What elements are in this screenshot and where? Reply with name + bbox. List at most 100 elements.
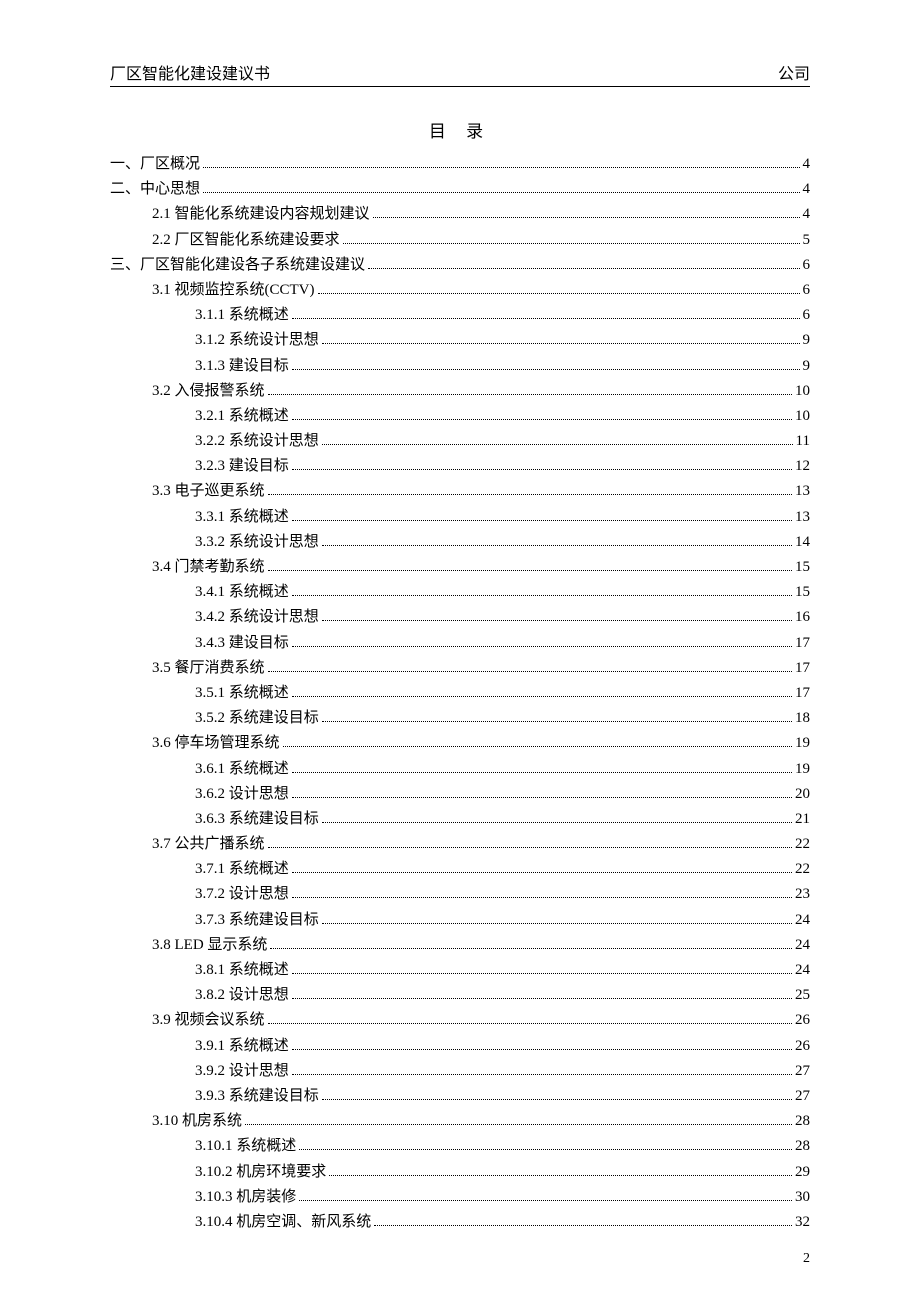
- toc-leader-dots: [292, 520, 792, 521]
- page-header: 厂区智能化建设建议书 公司: [110, 60, 810, 87]
- toc-leader-dots: [292, 469, 792, 470]
- toc-entry[interactable]: 3.5.2 系统建设目标18: [195, 706, 810, 731]
- toc-entry[interactable]: 3.8 LED 显示系统24: [152, 933, 810, 958]
- toc-entry[interactable]: 3.2.2 系统设计思想11: [195, 429, 810, 454]
- toc-leader-dots: [292, 897, 792, 898]
- toc-leader-dots: [292, 1049, 792, 1050]
- toc-entry[interactable]: 3.4 门禁考勤系统15: [152, 555, 810, 580]
- toc-entry[interactable]: 3.7 公共广播系统22: [152, 832, 810, 857]
- toc-entry-page: 21: [795, 807, 810, 832]
- toc-entry-label: 一、厂区概况: [110, 152, 200, 177]
- toc-entry[interactable]: 3.4.3 建设目标17: [195, 631, 810, 656]
- toc-entry-label: 3.1.3 建设目标: [195, 354, 289, 379]
- toc-entry-page: 24: [795, 933, 810, 958]
- toc-leader-dots: [268, 847, 792, 848]
- toc-entry[interactable]: 3.10.3 机房装修30: [195, 1185, 810, 1210]
- toc-entry[interactable]: 3.7.3 系统建设目标24: [195, 908, 810, 933]
- toc-leader-dots: [292, 595, 792, 596]
- toc-leader-dots: [322, 343, 800, 344]
- toc-entry-label: 3.6.3 系统建设目标: [195, 807, 319, 832]
- toc-entry[interactable]: 3.6.1 系统概述19: [195, 757, 810, 782]
- toc-entry[interactable]: 3.8.2 设计思想 25: [195, 983, 810, 1008]
- toc-entry-label: 二、中心思想: [110, 177, 200, 202]
- toc-entry-label: 3.10.2 机房环境要求: [195, 1160, 326, 1185]
- toc-entry-label: 2.1 智能化系统建设内容规划建议: [152, 202, 370, 227]
- toc-entry-page: 6: [803, 303, 811, 328]
- toc-entry-page: 9: [803, 354, 811, 379]
- toc-entry-page: 23: [795, 882, 810, 907]
- toc-entry[interactable]: 3.9 视频会议系统26: [152, 1008, 810, 1033]
- toc-leader-dots: [292, 772, 792, 773]
- header-title-right: 公司: [778, 60, 810, 84]
- toc-entry[interactable]: 3.2.3 建设目标 12: [195, 454, 810, 479]
- toc-entry-label: 3.4.2 系统设计思想: [195, 605, 319, 630]
- toc-entry-page: 13: [795, 479, 810, 504]
- toc-entry[interactable]: 3.1.3 建设目标 9: [195, 354, 810, 379]
- toc-entry-label: 3.4.1 系统概述: [195, 580, 289, 605]
- toc-entry-page: 13: [795, 505, 810, 530]
- toc-entry[interactable]: 3.1 视频监控系统(CCTV)6: [152, 278, 810, 303]
- toc-entry[interactable]: 3.7.1 系统概述22: [195, 857, 810, 882]
- toc-entry-label: 3.3.1 系统概述: [195, 505, 289, 530]
- toc-entry-page: 24: [795, 908, 810, 933]
- header-title-left: 厂区智能化建设建议书: [110, 60, 270, 84]
- table-of-contents: 一、厂区概况 4二、中心思想42.1 智能化系统建设内容规划建议42.2 厂区智能…: [110, 152, 810, 1235]
- toc-entry[interactable]: 3.6.3 系统建设目标 21: [195, 807, 810, 832]
- toc-entry[interactable]: 3.7.2 设计思想23: [195, 882, 810, 907]
- toc-entry-page: 10: [795, 404, 810, 429]
- toc-entry[interactable]: 3.10 机房系统 28: [152, 1109, 810, 1134]
- toc-entry[interactable]: 3.2 入侵报警系统10: [152, 379, 810, 404]
- toc-leader-dots: [322, 545, 792, 546]
- toc-entry[interactable]: 3.4.1 系统概述 15: [195, 580, 810, 605]
- toc-leader-dots: [292, 369, 800, 370]
- toc-entry-label: 3.7.1 系统概述: [195, 857, 289, 882]
- toc-entry-page: 17: [795, 656, 810, 681]
- toc-entry[interactable]: 3.6 停车场管理系统19: [152, 731, 810, 756]
- toc-entry-label: 3.10 机房系统: [152, 1109, 242, 1134]
- toc-entry[interactable]: 3.1.1 系统概述6: [195, 303, 810, 328]
- toc-entry[interactable]: 3.9.3 系统建设目标27: [195, 1084, 810, 1109]
- toc-entry-page: 14: [795, 530, 810, 555]
- toc-entry-label: 3.3 电子巡更系统: [152, 479, 265, 504]
- toc-entry-page: 15: [795, 580, 810, 605]
- toc-entry[interactable]: 3.3.1 系统概述 13: [195, 505, 810, 530]
- toc-entry-page: 16: [795, 605, 810, 630]
- toc-entry-page: 17: [795, 631, 810, 656]
- toc-entry-page: 27: [795, 1084, 810, 1109]
- toc-leader-dots: [270, 948, 792, 949]
- toc-entry[interactable]: 3.5 餐厅消费系统17: [152, 656, 810, 681]
- toc-entry-page: 28: [795, 1109, 810, 1134]
- toc-entry[interactable]: 3.9.2 设计思想27: [195, 1059, 810, 1084]
- toc-entry[interactable]: 三、厂区智能化建设各子系统建设建议6: [110, 253, 810, 278]
- toc-entry[interactable]: 3.4.2 系统设计思想 16: [195, 605, 810, 630]
- toc-entry-label: 3.5.1 系统概述: [195, 681, 289, 706]
- toc-entry[interactable]: 3.5.1 系统概述17: [195, 681, 810, 706]
- toc-entry[interactable]: 2.1 智能化系统建设内容规划建议4: [152, 202, 810, 227]
- toc-leader-dots: [322, 444, 793, 445]
- toc-entry[interactable]: 3.3.2 系统设计思想14: [195, 530, 810, 555]
- toc-entry[interactable]: 3.3 电子巡更系统 13: [152, 479, 810, 504]
- toc-entry[interactable]: 3.10.4 机房空调、新风系统32: [195, 1210, 810, 1235]
- toc-entry[interactable]: 3.10.1 系统概述28: [195, 1134, 810, 1159]
- toc-entry-label: 3.8.2 设计思想: [195, 983, 289, 1008]
- toc-entry[interactable]: 一、厂区概况 4: [110, 152, 810, 177]
- toc-entry-page: 4: [803, 152, 811, 177]
- toc-entry-page: 25: [795, 983, 810, 1008]
- toc-entry[interactable]: 3.8.1 系统概述24: [195, 958, 810, 983]
- toc-entry-page: 28: [795, 1134, 810, 1159]
- toc-entry[interactable]: 二、中心思想4: [110, 177, 810, 202]
- toc-leader-dots: [322, 721, 792, 722]
- toc-entry-page: 26: [795, 1008, 810, 1033]
- toc-entry[interactable]: 2.2 厂区智能化系统建设要求5: [152, 228, 810, 253]
- toc-entry-label: 三、厂区智能化建设各子系统建设建议: [110, 253, 365, 278]
- toc-entry-page: 12: [795, 454, 810, 479]
- toc-entry[interactable]: 3.2.1 系统概述10: [195, 404, 810, 429]
- toc-leader-dots: [292, 419, 792, 420]
- toc-entry[interactable]: 3.6.2 设计思想20: [195, 782, 810, 807]
- toc-entry-page: 5: [803, 228, 811, 253]
- toc-entry[interactable]: 3.9.1 系统概述26: [195, 1034, 810, 1059]
- toc-leader-dots: [343, 243, 800, 244]
- toc-entry[interactable]: 3.1.2 系统设计思想9: [195, 328, 810, 353]
- toc-entry-label: 3.2.3 建设目标: [195, 454, 289, 479]
- toc-entry[interactable]: 3.10.2 机房环境要求29: [195, 1160, 810, 1185]
